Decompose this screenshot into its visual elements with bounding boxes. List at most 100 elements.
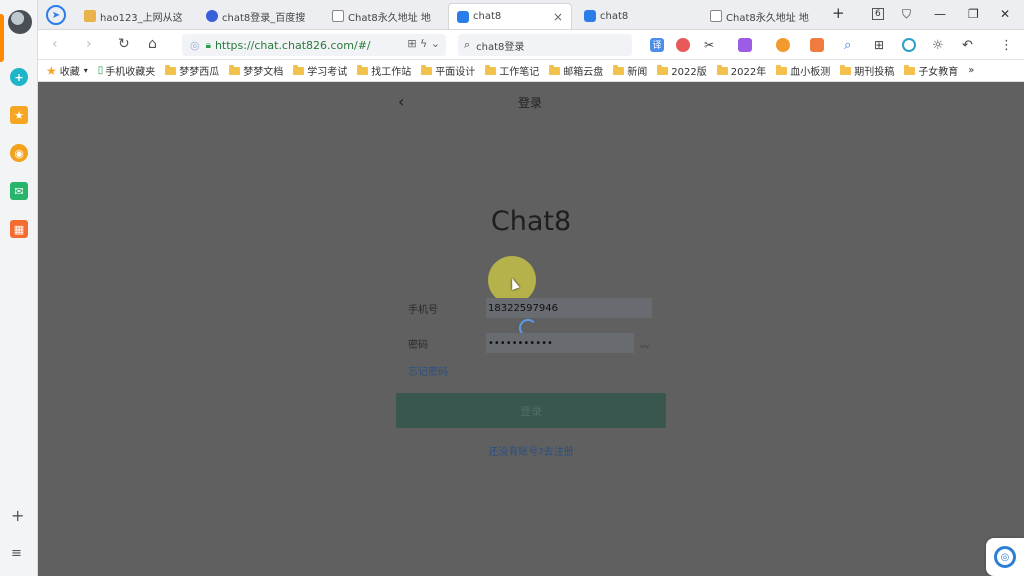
bookmark-folder[interactable]: 子女教育 <box>904 63 958 78</box>
bookmark-folder[interactable]: 2022版 <box>657 63 707 78</box>
tab-label: chat8 <box>473 11 502 22</box>
url-actions[interactable]: ⊞ ϟ ⌄ <box>407 37 440 50</box>
navigation-icon[interactable]: ➤ <box>46 5 66 25</box>
forward-icon[interactable]: › <box>86 36 92 52</box>
restore-button[interactable]: ❐ <box>968 7 979 21</box>
bookmark-folder[interactable]: 期刊投稿 <box>840 63 894 78</box>
add-icon[interactable]: + <box>11 506 24 525</box>
bookmarks-more[interactable]: » <box>968 65 974 76</box>
folder-icon <box>840 64 852 75</box>
tab-chat8-active[interactable]: chat8 × <box>448 3 572 29</box>
undo-icon[interactable]: ↶ <box>962 38 976 53</box>
new-tab-button[interactable]: + <box>832 4 845 22</box>
tab-count-icon[interactable]: 6 <box>872 8 884 20</box>
tab-baidu[interactable]: chat8登录_百度搜 <box>198 3 320 29</box>
phone-label: 手机号 <box>408 305 438 316</box>
avatar[interactable] <box>8 10 32 34</box>
star-icon: ★ <box>46 63 57 78</box>
floating-assistant-button[interactable]: ◎ <box>986 538 1024 576</box>
plus-circle-icon[interactable]: + <box>10 68 28 86</box>
star-icon[interactable]: ★ <box>10 106 28 124</box>
bookmark-folder[interactable]: 邮箱云盘 <box>549 63 603 78</box>
bookmark-folder[interactable]: 梦梦文档 <box>229 63 283 78</box>
search-box[interactable]: ⌕ chat8登录 <box>458 34 632 56</box>
bookmarks-bar: ★ 收藏 ▾ ▯ 手机收藏夹 梦梦西瓜 梦梦文档 学习考试 找工作站 平面设计 工… <box>38 60 1024 82</box>
bookmark-folder[interactable]: 2022年 <box>716 63 766 78</box>
close-window-button[interactable]: ✕ <box>1000 7 1010 21</box>
hao123-icon <box>84 10 96 22</box>
folder-icon <box>904 64 916 75</box>
page-icon <box>332 10 344 22</box>
reload-icon[interactable]: ↻ <box>118 36 130 52</box>
search-icon: ⌕ <box>464 38 471 51</box>
extension-fox-icon[interactable] <box>810 38 824 52</box>
folder-icon <box>776 64 788 75</box>
magnifier-icon[interactable]: ⌕ <box>844 38 858 53</box>
chevron-down-icon: ▾ <box>83 66 88 75</box>
tab-label: Chat8永久地址 地 <box>348 12 431 24</box>
weibo-icon[interactable]: ◉ <box>10 144 28 162</box>
bookmark-folder[interactable]: 找工作站 <box>357 63 411 78</box>
lock-icon: 🔒︎ <box>205 39 211 51</box>
bookmark-folder[interactable]: 血小板测 <box>776 63 830 78</box>
folder-icon <box>657 64 669 75</box>
page-header: ‹ 登录 <box>38 82 1024 122</box>
folder-icon <box>716 64 728 75</box>
skin-icon[interactable]: ⛉ <box>902 7 911 22</box>
minimize-button[interactable]: — <box>934 7 946 21</box>
tab-label: chat8 <box>600 10 629 22</box>
scissors-icon[interactable]: ✂ <box>704 38 718 52</box>
site-info-icon: ◎ <box>190 38 200 52</box>
forgot-password-link[interactable]: 忘记密码 <box>408 363 448 378</box>
apps-grid-icon[interactable]: ⊞ <box>874 38 888 52</box>
url-text[interactable]: https://chat.chat826.com/#/ <box>215 39 371 52</box>
bookmark-favorites[interactable]: ★ 收藏 ▾ <box>46 63 88 79</box>
folder-icon <box>165 64 177 75</box>
page-icon <box>710 10 722 22</box>
folder-icon <box>613 64 625 75</box>
browser-toolbar: ‹ › ↻ ⌂ ◎ 🔒︎ https://chat.chat826.com/#/… <box>38 30 1024 60</box>
back-icon[interactable]: ‹ <box>52 36 58 52</box>
bookmark-folder[interactable]: 学习考试 <box>293 63 347 78</box>
address-bar[interactable]: ◎ 🔒︎ https://chat.chat826.com/#/ ⊞ ϟ ⌄ <box>182 34 446 56</box>
folder-icon <box>357 64 369 75</box>
translate-icon[interactable]: 译 <box>650 38 664 52</box>
login-button[interactable]: 登录 <box>396 393 666 428</box>
register-link[interactable]: 还没有账号?去注册 <box>38 443 1024 458</box>
bookmark-mobile[interactable]: ▯ 手机收藏夹 <box>98 63 156 78</box>
tab-label: hao123_上网从这 <box>100 12 183 24</box>
folder-icon <box>229 64 241 75</box>
app-title: Chat8 <box>490 206 572 237</box>
bookmark-folder[interactable]: 新闻 <box>613 63 647 78</box>
chat-icon <box>584 10 596 22</box>
bookmark-folder[interactable]: 工作笔记 <box>485 63 539 78</box>
extension-red-icon[interactable] <box>676 38 690 52</box>
chat-icon <box>457 10 469 23</box>
tab-chat8-address-2[interactable]: Chat8永久地址 地 <box>702 3 820 29</box>
extension-orange-icon[interactable] <box>776 38 790 52</box>
password-input[interactable] <box>486 333 634 353</box>
phone-input[interactable] <box>486 298 652 318</box>
search-query[interactable]: chat8登录 <box>476 38 524 53</box>
baidu-icon <box>206 10 218 22</box>
menu-icon[interactable]: ⋮ <box>1000 38 1014 53</box>
brightness-icon[interactable]: ☼ <box>932 38 946 53</box>
sidebar-active-indicator <box>0 14 4 62</box>
bookmark-folder[interactable]: 平面设计 <box>421 63 475 78</box>
bookmark-folder[interactable]: 梦梦西瓜 <box>165 63 219 78</box>
home-icon[interactable]: ⌂ <box>148 36 157 52</box>
menu-icon[interactable]: ≡ <box>11 546 22 561</box>
password-label: 密码 <box>408 340 428 351</box>
tab-chat8-address-1[interactable]: Chat8永久地址 地 <box>324 3 444 29</box>
tab-hao123[interactable]: hao123_上网从这 <box>76 3 194 29</box>
back-arrow-icon[interactable]: ‹ <box>398 92 404 111</box>
tab-chat8-2[interactable]: chat8 <box>576 3 696 29</box>
tab-bar: ➤ hao123_上网从这 chat8登录_百度搜 Chat8永久地址 地 ch… <box>38 0 1024 30</box>
folder-icon <box>421 64 433 75</box>
mail-icon[interactable]: ✉ <box>10 182 28 200</box>
close-tab-icon[interactable]: × <box>553 10 563 24</box>
sync-icon[interactable] <box>902 38 916 52</box>
shop-icon[interactable]: ▦ <box>10 220 28 238</box>
translate-extension-icon[interactable] <box>738 38 752 52</box>
eye-icon[interactable]: 〰 <box>640 340 649 353</box>
